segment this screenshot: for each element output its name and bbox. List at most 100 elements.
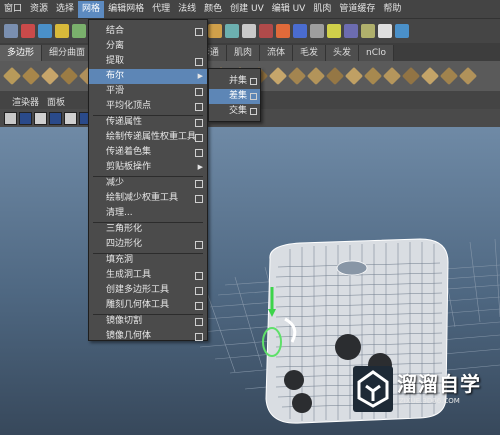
- option-box-icon[interactable]: [195, 119, 203, 127]
- toolbar-tool-icon[interactable]: [208, 24, 222, 38]
- toolbar-tool-icon[interactable]: [55, 24, 69, 38]
- option-box-icon[interactable]: [195, 103, 203, 111]
- shelf-tab[interactable]: 头发: [325, 45, 359, 61]
- mesh-menu-item[interactable]: 绘制减少权重工具: [89, 191, 207, 206]
- toolbar-tool-icon[interactable]: [21, 24, 35, 38]
- toolbar-tool-icon[interactable]: [293, 24, 307, 38]
- panel-tool-icon[interactable]: [34, 111, 47, 125]
- toolbar-tool-icon[interactable]: [4, 24, 18, 38]
- menubar-item[interactable]: 肌肉: [309, 1, 335, 18]
- shelf-tool-icon[interactable]: [21, 66, 41, 86]
- shelf-tool-icon[interactable]: [344, 66, 364, 86]
- mesh-menu-item[interactable]: 雕刻几何体工具: [89, 298, 207, 313]
- toolbar-tool-icon[interactable]: [72, 24, 86, 38]
- mesh-menu-item[interactable]: 传递属性: [89, 115, 207, 130]
- panel-menu-renderer[interactable]: 渲染器: [8, 95, 43, 108]
- option-box-icon[interactable]: [250, 78, 257, 85]
- mesh-menu-item[interactable]: 传递着色集: [89, 145, 207, 160]
- mesh-menu-item[interactable]: 创建多边形工具: [89, 283, 207, 298]
- option-box-icon[interactable]: [195, 28, 203, 36]
- toolbar-tool-icon[interactable]: [38, 24, 52, 38]
- option-box-icon[interactable]: [195, 195, 203, 203]
- option-box-icon[interactable]: [195, 333, 203, 341]
- panel-tool-icon[interactable]: [4, 111, 17, 125]
- menubar-item[interactable]: 窗口: [0, 1, 26, 18]
- option-box-icon[interactable]: [195, 58, 203, 66]
- shelf-tab[interactable]: 细分曲面: [42, 45, 94, 61]
- shelf-tool-icon[interactable]: [40, 66, 60, 86]
- menubar-item[interactable]: 法线: [174, 1, 200, 18]
- panel-tool-icon[interactable]: [19, 111, 32, 125]
- toolbar-tool-icon[interactable]: [225, 24, 239, 38]
- toolbar-tool-icon[interactable]: [276, 24, 290, 38]
- shelf-tool-icon[interactable]: [382, 66, 402, 86]
- boolean-menu-item[interactable]: 并集: [209, 74, 260, 89]
- shelf-tool-icon[interactable]: [2, 66, 22, 86]
- mesh-menu-item[interactable]: 生成洞工具: [89, 268, 207, 283]
- toolbar-tool-icon[interactable]: [344, 24, 358, 38]
- mesh-menu-item[interactable]: 清理...: [89, 206, 207, 221]
- shelf-tab[interactable]: 多边形: [0, 45, 43, 61]
- menubar-item[interactable]: 管道缓存: [335, 1, 379, 18]
- toolbar-tool-icon[interactable]: [395, 24, 409, 38]
- option-box-icon[interactable]: [250, 93, 257, 100]
- shelf-tool-icon[interactable]: [325, 66, 345, 86]
- menubar-item[interactable]: 帮助: [379, 1, 405, 18]
- option-box-icon[interactable]: [195, 88, 203, 96]
- mesh-menu-item[interactable]: 镜像几何体: [89, 329, 207, 344]
- shelf-tab[interactable]: 肌肉: [226, 45, 260, 61]
- mesh-menu-item[interactable]: 镜像切割: [89, 314, 207, 329]
- option-box-icon[interactable]: [195, 241, 203, 249]
- mesh-menu-item[interactable]: 四边形化: [89, 237, 207, 252]
- menubar-item[interactable]: 代理: [148, 1, 174, 18]
- option-box-icon[interactable]: [195, 272, 203, 280]
- mesh-menu-item[interactable]: 结合: [89, 24, 207, 39]
- shelf-tool-icon[interactable]: [287, 66, 307, 86]
- menubar-item[interactable]: 创建 UV: [226, 1, 268, 18]
- menubar-item[interactable]: 网格: [78, 0, 105, 18]
- mesh-menu-item[interactable]: 三角形化: [89, 222, 207, 237]
- mesh-menu-item[interactable]: 提取: [89, 54, 207, 69]
- toolbar-tool-icon[interactable]: [242, 24, 256, 38]
- menubar-item[interactable]: 资源: [26, 1, 52, 18]
- toolbar-tool-icon[interactable]: [310, 24, 324, 38]
- option-box-icon[interactable]: [250, 108, 257, 115]
- mesh-menu-item[interactable]: 分离: [89, 39, 207, 54]
- panel-tool-icon[interactable]: [64, 111, 77, 125]
- shelf-tool-icon[interactable]: [306, 66, 326, 86]
- mesh-menu-item[interactable]: 剪贴板操作 ▶: [89, 160, 207, 175]
- toolbar-tool-icon[interactable]: [327, 24, 341, 38]
- mesh-menu-item[interactable]: 布尔 ▶: [89, 69, 207, 84]
- panel-menu-panels[interactable]: 面板: [43, 95, 69, 108]
- boolean-menu-item[interactable]: 差集: [209, 89, 260, 104]
- shelf-tab[interactable]: nClo: [359, 45, 394, 61]
- toolbar-tool-icon[interactable]: [378, 24, 392, 38]
- option-box-icon[interactable]: [195, 302, 203, 310]
- option-box-icon[interactable]: [195, 287, 203, 295]
- option-box-icon[interactable]: [195, 149, 203, 157]
- menubar-item[interactable]: 编辑网格: [104, 1, 148, 18]
- toolbar-tool-icon[interactable]: [361, 24, 375, 38]
- mesh-menu-item[interactable]: 平滑: [89, 84, 207, 99]
- shelf-tool-icon[interactable]: [420, 66, 440, 86]
- shelf-tool-icon[interactable]: [458, 66, 478, 86]
- panel-tool-icon[interactable]: [49, 111, 62, 125]
- shelf-tool-icon[interactable]: [363, 66, 383, 86]
- option-box-icon[interactable]: [195, 180, 203, 188]
- option-box-icon[interactable]: [195, 134, 203, 142]
- boolean-menu-item[interactable]: 交集: [209, 104, 260, 119]
- shelf-tab[interactable]: 毛发: [292, 45, 326, 61]
- shelf-tool-icon[interactable]: [59, 66, 79, 86]
- mesh-menu-item[interactable]: 填充洞: [89, 253, 207, 268]
- shelf-tool-icon[interactable]: [268, 66, 288, 86]
- shelf-tool-icon[interactable]: [439, 66, 459, 86]
- shelf-tab[interactable]: 流体: [259, 45, 293, 61]
- menubar-item[interactable]: 颜色: [200, 1, 226, 18]
- mesh-menu-item[interactable]: 减少: [89, 176, 207, 191]
- option-box-icon[interactable]: [195, 318, 203, 326]
- toolbar-tool-icon[interactable]: [259, 24, 273, 38]
- mesh-menu-item[interactable]: 平均化顶点: [89, 99, 207, 114]
- mesh-menu-item[interactable]: 绘制传递属性权重工具: [89, 130, 207, 145]
- menubar-item[interactable]: 编辑 UV: [268, 1, 310, 18]
- menubar-item[interactable]: 选择: [52, 1, 78, 18]
